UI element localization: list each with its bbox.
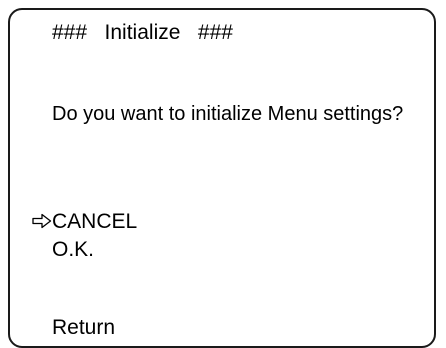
confirmation-question: Do you want to initialize Menu settings? [52, 103, 404, 125]
cancel-option[interactable]: CANCEL [52, 210, 137, 234]
right-arrow-outline-icon [32, 213, 52, 229]
ok-option[interactable]: O.K. [52, 238, 94, 262]
return-option[interactable]: Return [52, 316, 115, 340]
menu-title: ### Initialize ### [52, 21, 233, 44]
menu-screen [8, 8, 436, 348]
